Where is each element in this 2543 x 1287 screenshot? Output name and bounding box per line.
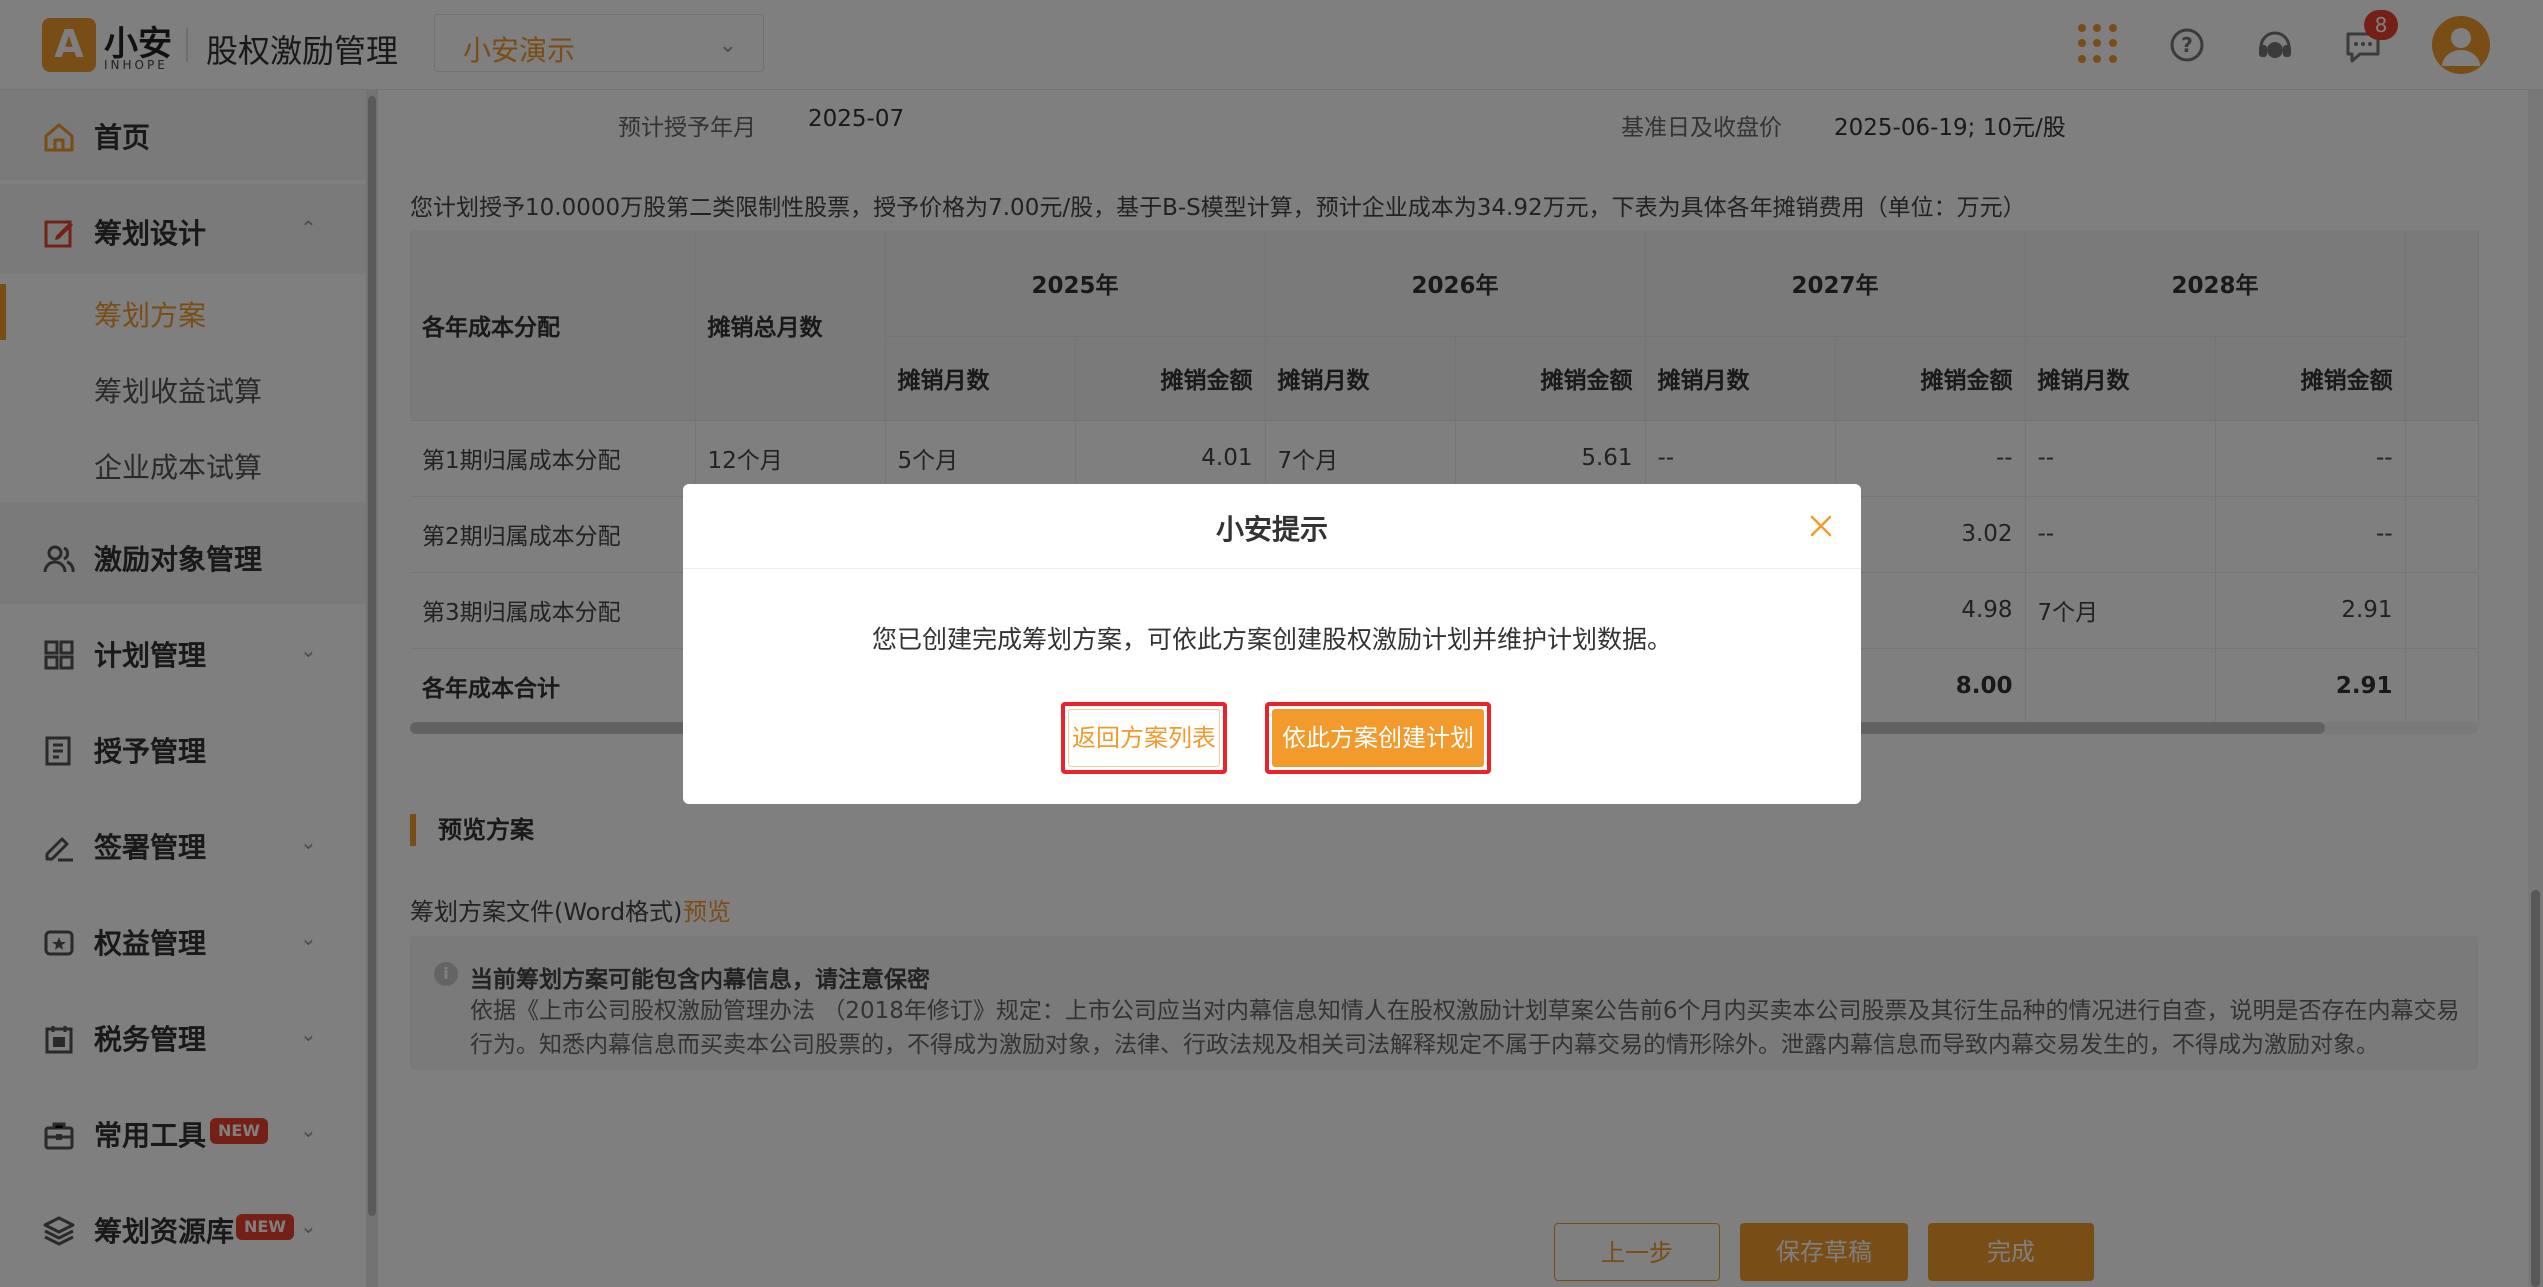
notice-modal: 小安提示 您已创建完成筹划方案，可依此方案创建股权激励计划并维护计划数据。 返回…	[683, 484, 1861, 804]
modal-divider	[683, 568, 1861, 569]
create-plan-label: 依此方案创建计划	[1272, 709, 1484, 767]
back-to-plan-list-label: 返回方案列表	[1068, 709, 1220, 767]
back-to-plan-list-button[interactable]: 返回方案列表	[1061, 702, 1227, 774]
modal-message: 您已创建完成筹划方案，可依此方案创建股权激励计划并维护计划数据。	[871, 625, 1672, 654]
close-icon[interactable]	[1803, 508, 1839, 544]
create-plan-button[interactable]: 依此方案创建计划	[1265, 702, 1491, 774]
modal-title: 小安提示	[1215, 513, 1328, 546]
